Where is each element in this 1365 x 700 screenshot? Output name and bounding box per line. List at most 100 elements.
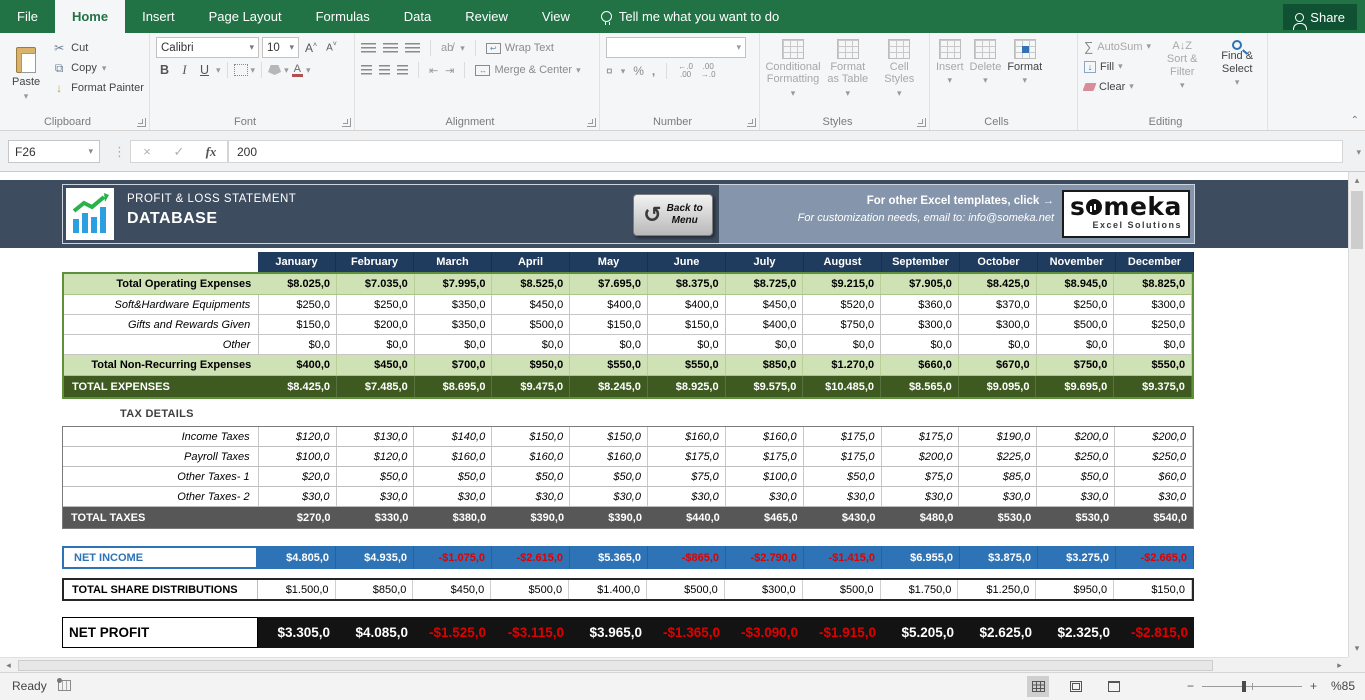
cell[interactable]: $190,0	[959, 427, 1037, 446]
vertical-scrollbar[interactable]: ▴ ▾	[1348, 172, 1365, 657]
cell[interactable]: $1.500,0	[258, 580, 336, 599]
font-size-dropdown-icon[interactable]: ▾	[289, 42, 294, 53]
cell[interactable]: $400,0	[648, 295, 726, 314]
scroll-right-icon[interactable]: ▸	[1331, 658, 1348, 672]
cell[interactable]: $0,0	[570, 335, 648, 354]
cell[interactable]: $3.305,0	[258, 617, 336, 648]
cell[interactable]: $530,0	[1037, 507, 1115, 528]
orientation-dropdown-icon[interactable]: ▾	[460, 43, 465, 54]
cell[interactable]: $450,0	[413, 580, 491, 599]
cell[interactable]: $500,0	[492, 315, 570, 334]
cell[interactable]: $7.035,0	[337, 274, 415, 294]
merge-center-button[interactable]: ↔Merge & Center▾	[475, 64, 580, 76]
cell[interactable]: $150,0	[259, 315, 337, 334]
tell-me-box[interactable]: Tell me what you want to do	[587, 0, 793, 33]
cell[interactable]: $1.750,0	[881, 580, 959, 599]
cell[interactable]: $50,0	[570, 467, 648, 486]
cell[interactable]: $500,0	[1037, 315, 1115, 334]
month-header-cell[interactable]: January	[258, 252, 336, 272]
cell[interactable]: $3.965,0	[570, 617, 648, 648]
format-table-dropdown-icon[interactable]: ▾	[845, 87, 850, 99]
zoom-slider[interactable]	[1202, 686, 1302, 687]
cell[interactable]: $1.270,0	[803, 355, 881, 375]
zoom-in-icon[interactable]: +	[1310, 679, 1317, 693]
cell[interactable]: $0,0	[259, 335, 337, 354]
formula-bar-expand-icon[interactable]: ▾	[1356, 147, 1361, 158]
net-profit-label[interactable]: NET PROFIT	[62, 617, 258, 648]
wrap-text-button[interactable]: ↩Wrap Text	[486, 42, 554, 54]
name-box-dropdown-icon[interactable]: ▾	[88, 146, 93, 157]
cell[interactable]: $60,0	[1115, 467, 1193, 486]
accounting-format-icon[interactable]: ¤	[606, 64, 613, 78]
cell[interactable]: $0,0	[648, 335, 726, 354]
scroll-left-icon[interactable]: ◂	[0, 658, 17, 672]
cell[interactable]: $480,0	[882, 507, 960, 528]
month-header-cell[interactable]: April	[492, 252, 570, 272]
comma-style-icon[interactable]: ,	[652, 64, 655, 78]
accounting-dropdown-icon[interactable]: ▾	[621, 66, 626, 77]
cell[interactable]: $850,0	[336, 580, 414, 599]
cell[interactable]: $30,0	[337, 487, 415, 506]
cell[interactable]: $3.275,0	[1038, 546, 1116, 569]
cell[interactable]: $200,0	[337, 315, 415, 334]
cell[interactable]: $360,0	[881, 295, 959, 314]
underline-dropdown-icon[interactable]: ▾	[216, 65, 221, 76]
cell[interactable]: $8.925,0	[648, 376, 726, 397]
back-to-menu-button[interactable]: ↺ Back toMenu	[633, 194, 713, 236]
format-cells-button[interactable]: Format ▾	[1007, 37, 1042, 112]
month-header-cell[interactable]: February	[336, 252, 414, 272]
cell[interactable]: $4.805,0	[258, 546, 336, 569]
cell[interactable]: $75,0	[882, 467, 960, 486]
cell[interactable]: $160,0	[648, 427, 726, 446]
cell[interactable]: $100,0	[726, 467, 804, 486]
cell[interactable]: $225,0	[959, 447, 1037, 466]
cell[interactable]: $450,0	[492, 295, 570, 314]
cell[interactable]: $8.025,0	[259, 274, 337, 294]
cell[interactable]: -$2.615,0	[492, 546, 570, 569]
clear-button[interactable]: Clear▾	[1084, 77, 1151, 96]
decrease-indent-icon[interactable]: ⇤	[429, 64, 438, 77]
insert-cells-button[interactable]: Insert ▾	[936, 37, 964, 112]
tab-data[interactable]: Data	[387, 0, 448, 33]
align-right-icon[interactable]	[397, 65, 408, 75]
cell[interactable]: $8.695,0	[415, 376, 493, 397]
align-middle-icon[interactable]	[383, 43, 398, 53]
worksheet[interactable]: PROFIT & LOSS STATEMENT DATABASE ↺ Back …	[0, 172, 1365, 672]
row-label[interactable]: Gifts and Rewards Given	[64, 315, 259, 334]
cell[interactable]: $8.825,0	[1114, 274, 1192, 294]
cell[interactable]: $2.325,0	[1038, 617, 1116, 648]
cell[interactable]: $660,0	[881, 355, 959, 375]
cell[interactable]: $160,0	[726, 427, 804, 446]
row-label[interactable]: TOTAL TAXES	[63, 507, 259, 528]
cell[interactable]: $350,0	[415, 295, 493, 314]
borders-icon[interactable]	[234, 64, 248, 76]
find-dropdown-icon[interactable]: ▾	[1235, 76, 1240, 89]
cell[interactable]: $50,0	[414, 467, 492, 486]
cell[interactable]: $30,0	[959, 487, 1037, 506]
cell[interactable]: $120,0	[337, 447, 415, 466]
conditional-formatting-button[interactable]: Conditional Formatting ▾	[766, 37, 820, 99]
cell[interactable]: $30,0	[1037, 487, 1115, 506]
cell[interactable]: $0,0	[803, 335, 881, 354]
cell[interactable]: $7.905,0	[881, 274, 959, 294]
row-label[interactable]: Other	[64, 335, 259, 354]
percent-style-icon[interactable]: %	[633, 64, 644, 78]
cell[interactable]: $380,0	[414, 507, 492, 528]
clipboard-dialog-launcher[interactable]	[137, 118, 146, 127]
cell[interactable]: $30,0	[570, 487, 648, 506]
row-label[interactable]: Income Taxes	[63, 427, 259, 446]
cell[interactable]: $450,0	[337, 355, 415, 375]
cell[interactable]: $150,0	[570, 427, 648, 446]
cell[interactable]: $30,0	[1115, 487, 1193, 506]
zoom-level[interactable]: %85	[1331, 679, 1355, 693]
cell[interactable]: $500,0	[803, 580, 881, 599]
cell[interactable]: $330,0	[337, 507, 415, 528]
vertical-scroll-thumb[interactable]	[1351, 191, 1363, 249]
cell[interactable]: $200,0	[1037, 427, 1115, 446]
cut-button[interactable]: ✂Cut	[52, 39, 144, 57]
cell[interactable]: $550,0	[648, 355, 726, 375]
row-label[interactable]: Other Taxes- 2	[63, 487, 259, 506]
font-size-combo[interactable]: 10▾	[262, 37, 299, 58]
row-label[interactable]: Payroll Taxes	[63, 447, 259, 466]
cell[interactable]: $350,0	[415, 315, 493, 334]
